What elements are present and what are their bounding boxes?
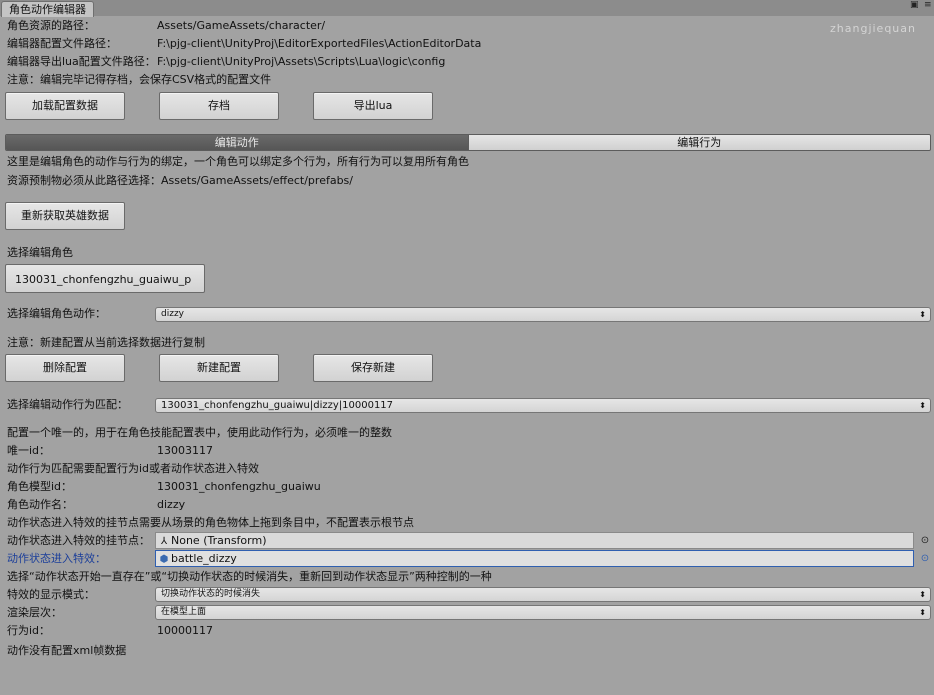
effect-field[interactable]: ⬢ battle_dizzy (155, 550, 914, 567)
lua-export-path-value: F:\pjg-client\UnityProj\Assets\Scripts\L… (157, 55, 446, 68)
effect-value: battle_dizzy (171, 552, 237, 565)
save-button[interactable]: 存档 (159, 92, 279, 120)
action-select-dropdown[interactable]: dizzy ⬍ (155, 307, 931, 322)
intro-line-binding: 这里是编辑角色的动作与行为的绑定，一个角色可以绑定多个行为，所有行为可以复用所有… (7, 155, 469, 168)
dropdown-arrow-icon: ⬍ (919, 310, 926, 319)
dropdown-arrow-icon: ⬍ (919, 608, 926, 617)
model-id-label: 角色模型id： (7, 480, 73, 493)
new-config-note: 注意：新建配置从当前选择数据进行复制 (7, 336, 205, 349)
character-path-value: Assets/GameAssets/character/ (157, 19, 326, 32)
save-note: 注意：编辑完毕记得存档，会保存CSV格式的配置文件 (7, 73, 272, 86)
mount-note: 动作状态进入特效的挂节点需要从场景的角色物体上拖到条目中，不配置表示根节点 (7, 516, 414, 529)
model-id-value: 130031_chonfengzhu_guaiwu (157, 480, 321, 493)
unique-id-note: 配置一个唯一的，用于在角色技能配置表中，使用此动作行为，必须唯一的整数 (7, 426, 392, 439)
display-mode-dropdown[interactable]: 切换动作状态的时候消失 ⬍ (155, 587, 931, 602)
new-config-button[interactable]: 新建配置 (159, 354, 279, 382)
tab-edit-action[interactable]: 编辑动作 (6, 135, 468, 150)
display-mode-label: 特效的显示模式： (7, 588, 95, 601)
action-name-value: dizzy (157, 498, 186, 511)
display-mode-value: 切换动作状态的时候消失 (161, 589, 261, 599)
character-path-label: 角色资源的路径： (7, 19, 95, 32)
behavior-match-label: 选择编辑动作行为匹配： (7, 398, 128, 411)
save-new-button[interactable]: 保存新建 (313, 354, 433, 382)
dropdown-arrow-icon: ⬍ (919, 590, 926, 599)
behavior-id-label: 行为id： (7, 624, 51, 637)
editor-config-path-value: F:\pjg-client\UnityProj\EditorExportedFi… (157, 37, 482, 50)
mount-node-value: None (Transform) (171, 534, 267, 547)
object-picker-icon[interactable]: ⊙ (919, 553, 931, 565)
dropdown-arrow-icon: ⬍ (919, 401, 926, 410)
window-options-icon[interactable]: ≡ (924, 0, 932, 10)
unique-id-label: 唯一id： (7, 444, 51, 457)
mode-tabs: 编辑动作 编辑行为 (5, 134, 931, 151)
mount-node-field[interactable]: ⅄ None (Transform) (155, 532, 914, 549)
role-section-label: 选择编辑角色 (7, 246, 73, 259)
match-note: 动作行为匹配需要配置行为id或者动作状态进入特效 (7, 462, 260, 475)
load-config-button[interactable]: 加载配置数据 (5, 92, 125, 120)
lua-export-path-label: 编辑器导出lua配置文件路径： (7, 55, 156, 68)
action-select-label: 选择编辑角色动作： (7, 307, 106, 320)
export-lua-button[interactable]: 导出lua (313, 92, 433, 120)
transform-icon: ⅄ (160, 536, 168, 547)
window-menu-icon[interactable]: ▣ (910, 0, 919, 10)
effect-label: 动作状态进入特效： (7, 552, 106, 565)
editor-config-path-label: 编辑器配置文件路径： (7, 37, 117, 50)
behavior-id-value[interactable]: 10000117 (157, 624, 213, 638)
action-name-label: 角色动作名： (7, 498, 73, 511)
window-tab-strip (0, 0, 934, 16)
tab-edit-behavior[interactable]: 编辑行为 (467, 135, 930, 150)
behavior-match-dropdown[interactable]: 130031_chonfengzhu_guaiwu|dizzy|10000117… (155, 398, 931, 413)
prefab-icon: ⬢ (159, 554, 169, 565)
action-select-value: dizzy (161, 309, 184, 319)
xml-note: 动作没有配置xml帧数据 (7, 644, 127, 657)
intro-line-prefab-path: 资源预制物必须从此路径选择：Assets/GameAssets/effect/p… (7, 174, 353, 187)
render-layer-label: 渲染层次： (7, 606, 62, 619)
render-layer-value: 在模型上面 (161, 607, 207, 617)
window-tab[interactable]: 角色动作编辑器 (1, 1, 94, 17)
display-mode-note: 选择“动作状态开始一直存在”或“切换动作状态的时候消失，重新回到动作状态显示”两… (7, 570, 492, 583)
unique-id-value[interactable]: 13003117 (157, 444, 213, 458)
object-picker-icon[interactable]: ⊙ (919, 535, 931, 547)
delete-config-button[interactable]: 删除配置 (5, 354, 125, 382)
mount-node-label: 动作状态进入特效的挂节点： (7, 534, 150, 547)
render-layer-dropdown[interactable]: 在模型上面 ⬍ (155, 605, 931, 620)
selected-role-button[interactable]: 130031_chonfengzhu_guaiwu_p (5, 264, 205, 293)
watermark: zhangjiequan (830, 22, 916, 35)
refresh-heroes-button[interactable]: 重新获取英雄数据 (5, 202, 125, 230)
behavior-match-value: 130031_chonfengzhu_guaiwu|dizzy|10000117 (161, 400, 394, 411)
